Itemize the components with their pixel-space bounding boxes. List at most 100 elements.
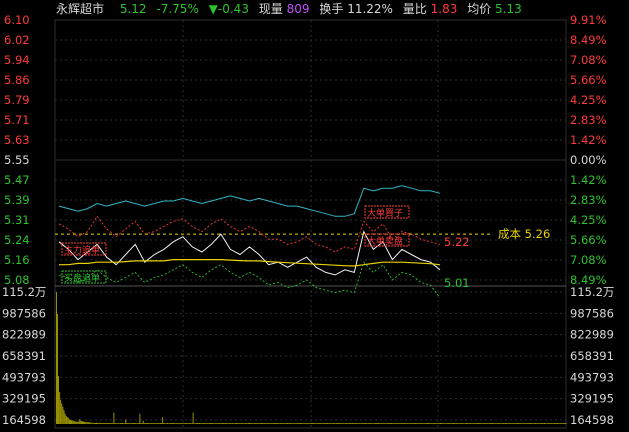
volume-bar xyxy=(363,423,364,424)
volume-bar xyxy=(300,423,301,424)
volume-bar xyxy=(482,423,484,424)
volume-bar xyxy=(150,423,152,424)
volume-bar xyxy=(340,423,342,424)
price-tick-label: 6.02 xyxy=(4,33,30,47)
volume-bar xyxy=(121,423,122,424)
volume-bar xyxy=(379,423,381,424)
volume-bar xyxy=(381,423,383,424)
volume-bar xyxy=(162,417,164,424)
price-tick-label: 5.16 xyxy=(4,253,30,267)
volume-bar xyxy=(350,423,351,424)
volume-bar xyxy=(562,423,564,424)
volume-bar xyxy=(191,423,193,424)
volume-bar xyxy=(448,423,450,424)
volume-bar xyxy=(341,423,343,424)
volume-bar xyxy=(315,423,317,424)
volume-bar xyxy=(516,423,517,424)
volume-bar xyxy=(302,423,304,424)
pct-tick-label: 2.83% xyxy=(570,113,607,127)
volume-bar xyxy=(260,423,261,424)
volume-bar xyxy=(324,423,325,424)
volume-bar xyxy=(536,423,538,424)
volume-bar xyxy=(494,423,496,424)
volume-bar xyxy=(550,423,552,424)
volume-tick-label: 658391 xyxy=(570,349,614,363)
volume-bar xyxy=(120,423,121,424)
volume-bar xyxy=(404,423,406,424)
volume-bar xyxy=(207,423,209,424)
volume-bar xyxy=(308,423,310,424)
volume-bar xyxy=(58,375,59,424)
volume-bar xyxy=(495,423,497,424)
volume-bar xyxy=(87,422,89,424)
volume-bar xyxy=(181,423,183,424)
volume-tick-label: 658391 xyxy=(2,349,46,363)
volume-bar xyxy=(378,423,379,424)
volume-tick-label: 822989 xyxy=(2,328,46,342)
volume-bar xyxy=(182,423,184,424)
volume-bar xyxy=(126,423,128,424)
volume-bar xyxy=(414,423,415,424)
volume-bar xyxy=(313,423,314,424)
volume-bar xyxy=(95,422,96,424)
volume-bar xyxy=(275,423,276,424)
volume-bar xyxy=(175,423,177,424)
volume-bar xyxy=(481,423,483,424)
signal-tag: 大单卖盘 xyxy=(367,235,403,247)
volume-bar xyxy=(543,423,544,424)
volume-bar xyxy=(317,423,319,424)
volume-bar xyxy=(279,423,281,424)
volume-bar xyxy=(158,423,159,424)
volume-bar xyxy=(505,423,506,424)
pct-tick-label: 5.66% xyxy=(570,73,607,87)
volume-bar xyxy=(497,423,499,424)
volume-bar xyxy=(267,423,269,424)
volume-bar xyxy=(380,423,382,424)
volume-bar xyxy=(127,423,129,424)
volume-bar xyxy=(124,423,126,424)
volume-bar xyxy=(199,423,200,424)
low-label: 5.01 xyxy=(444,276,470,290)
volume-bar xyxy=(79,420,81,424)
volume-bar xyxy=(500,423,502,424)
volume-bar xyxy=(151,423,153,424)
intraday-chart[interactable]: 6.10 6.02 5.94 5.86 5.79 5.71 5.63 5.55 5.47 5.39… xyxy=(0,0,629,432)
volume-bar xyxy=(318,423,320,424)
volume-bar xyxy=(134,423,135,424)
volume-bar xyxy=(59,391,61,424)
volume-bar xyxy=(471,423,473,424)
volume-bar xyxy=(437,423,439,424)
volume-bar xyxy=(466,423,467,424)
price-tick-label: 5.31 xyxy=(4,213,30,227)
volume-bar xyxy=(432,423,434,424)
volume-bar xyxy=(194,423,196,424)
volume-bar xyxy=(248,423,249,424)
volume-bar xyxy=(228,423,230,424)
volume-bar xyxy=(226,423,228,424)
volume-bar xyxy=(129,423,131,424)
volume-bar xyxy=(264,423,266,424)
volume-bar xyxy=(278,423,280,424)
volume-bar xyxy=(84,421,85,424)
volume-bar xyxy=(245,423,247,424)
volume-bar xyxy=(513,423,515,424)
volume-bar xyxy=(395,423,397,424)
volume-bar xyxy=(233,423,235,424)
price-tick-label: 6.10 xyxy=(4,13,30,27)
volume-bar xyxy=(69,419,70,424)
volume-bar xyxy=(343,423,345,424)
volume-bar xyxy=(430,423,432,424)
volume-bar xyxy=(296,423,298,424)
volume-bar xyxy=(333,423,335,424)
volume-bar xyxy=(147,423,148,424)
price-tick-label: 5.39 xyxy=(4,193,30,207)
volume-bar xyxy=(403,423,404,424)
volume-tick-label: 115.2万 xyxy=(570,285,614,299)
volume-bar xyxy=(396,423,398,424)
volume-bar xyxy=(156,423,158,424)
volume-bar xyxy=(386,423,388,424)
volume-bar xyxy=(202,423,204,424)
volume-bar xyxy=(104,422,106,424)
volume-bar xyxy=(359,423,361,424)
volume-bar xyxy=(537,423,539,424)
